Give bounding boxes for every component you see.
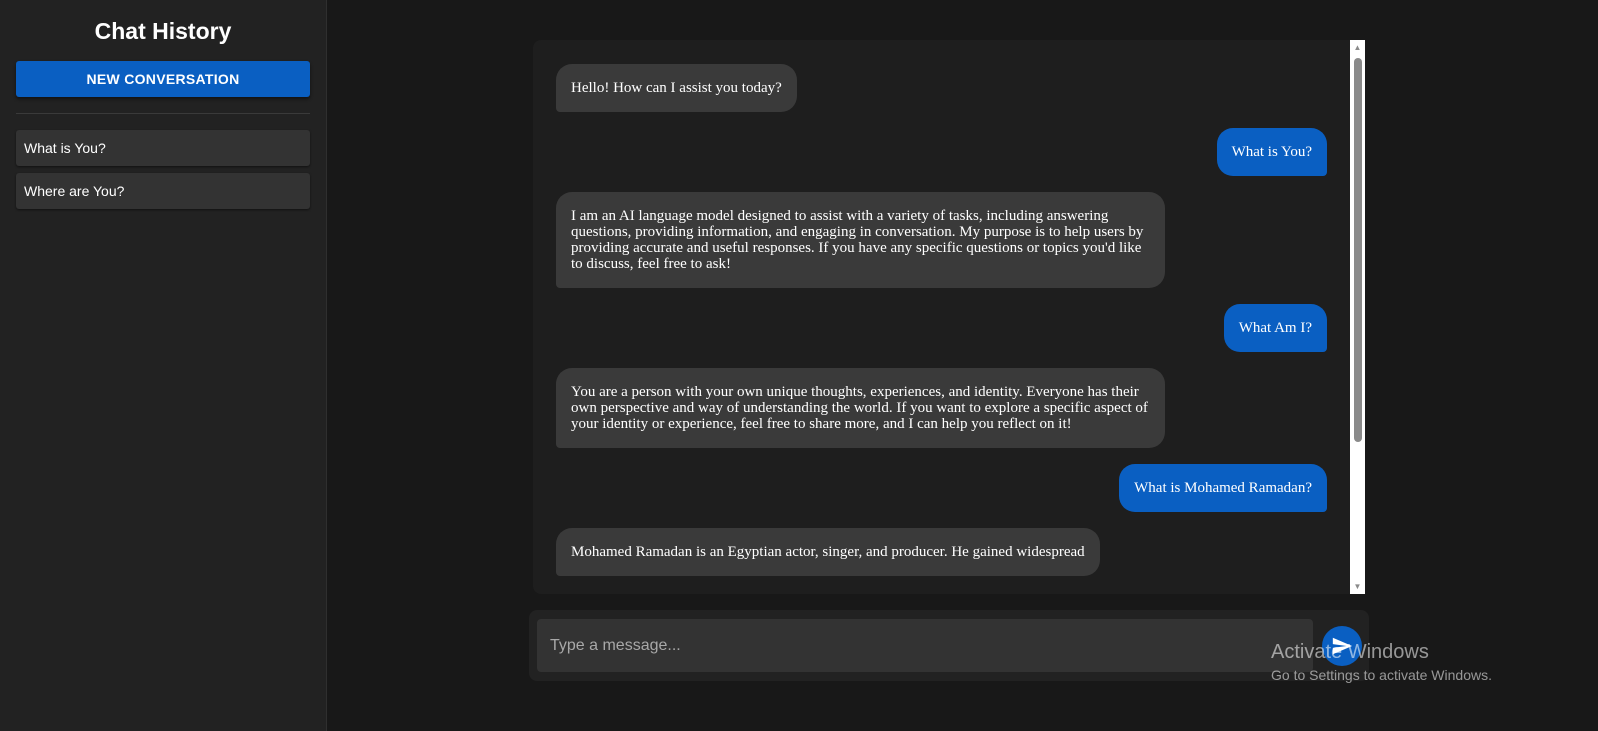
sidebar-divider: [16, 113, 310, 114]
message-row: Mohamed Ramadan is an Egyptian actor, si…: [556, 528, 1327, 576]
history-item-where-are-you[interactable]: Where are You?: [16, 173, 310, 209]
bot-message: Mohamed Ramadan is an Egyptian actor, si…: [556, 528, 1100, 576]
message-row: What is You?: [556, 128, 1327, 176]
chat-app: Chat History NEW CONVERSATION What is Yo…: [0, 0, 1598, 731]
windows-activation-watermark: Activate Windows Go to Settings to activ…: [1271, 640, 1571, 684]
composer-bar: [529, 610, 1369, 681]
message-row: Hello! How can I assist you today?: [556, 64, 1327, 112]
message-scrollbar[interactable]: ▲ ▼: [1350, 40, 1365, 594]
bot-message: Hello! How can I assist you today?: [556, 64, 797, 112]
message-row: What is Mohamed Ramadan?: [556, 464, 1327, 512]
message-row: What Am I?: [556, 304, 1327, 352]
message-list[interactable]: Hello! How can I assist you today? What …: [533, 40, 1350, 594]
watermark-subtitle: Go to Settings to activate Windows.: [1271, 667, 1492, 683]
message-row: You are a person with your own unique th…: [556, 368, 1327, 448]
user-message: What is Mohamed Ramadan?: [1119, 464, 1327, 512]
sidebar-title: Chat History: [94, 18, 232, 44]
history-item-what-is-you[interactable]: What is You?: [16, 130, 310, 166]
message-row: I am an AI language model designed to as…: [556, 192, 1327, 288]
sidebar: Chat History NEW CONVERSATION What is Yo…: [0, 0, 327, 731]
user-message: What Am I?: [1223, 304, 1327, 352]
scroll-thumb[interactable]: [1354, 58, 1362, 442]
scroll-up-arrow-icon[interactable]: ▲: [1350, 40, 1365, 55]
user-message: What is You?: [1216, 128, 1327, 176]
message-input[interactable]: [537, 619, 1313, 672]
watermark-title: Activate Windows: [1271, 641, 1429, 663]
bot-message: I am an AI language model designed to as…: [556, 192, 1165, 288]
scroll-down-arrow-icon[interactable]: ▼: [1350, 579, 1365, 594]
chat-panel: Hello! How can I assist you today? What …: [533, 40, 1365, 594]
new-conversation-button[interactable]: NEW CONVERSATION: [16, 61, 310, 97]
bot-message: You are a person with your own unique th…: [556, 368, 1165, 448]
